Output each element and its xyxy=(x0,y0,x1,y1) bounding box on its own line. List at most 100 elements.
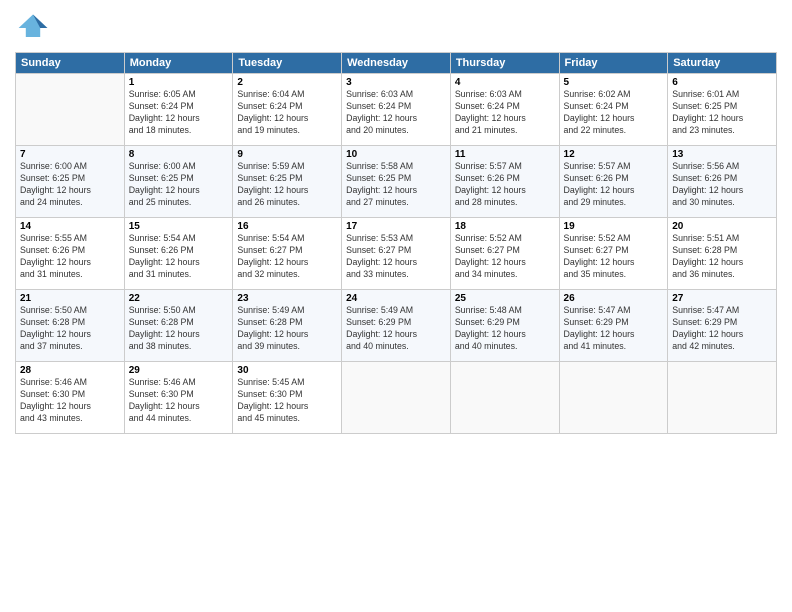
day-number: 26 xyxy=(564,293,664,304)
calendar-cell: 3Sunrise: 6:03 AMSunset: 6:24 PMDaylight… xyxy=(342,74,451,146)
day-info: Sunrise: 6:03 AMSunset: 6:24 PMDaylight:… xyxy=(346,89,446,137)
day-info: Sunrise: 6:00 AMSunset: 6:25 PMDaylight:… xyxy=(129,161,229,209)
day-number: 23 xyxy=(237,293,337,304)
day-number: 15 xyxy=(129,221,229,232)
calendar-cell: 21Sunrise: 5:50 AMSunset: 6:28 PMDayligh… xyxy=(16,290,125,362)
calendar-cell: 18Sunrise: 5:52 AMSunset: 6:27 PMDayligh… xyxy=(450,218,559,290)
day-info: Sunrise: 6:01 AMSunset: 6:25 PMDaylight:… xyxy=(672,89,772,137)
calendar-cell: 22Sunrise: 5:50 AMSunset: 6:28 PMDayligh… xyxy=(124,290,233,362)
calendar-cell: 6Sunrise: 6:01 AMSunset: 6:25 PMDaylight… xyxy=(668,74,777,146)
weekday-header: Tuesday xyxy=(233,53,342,74)
calendar-week-row: 14Sunrise: 5:55 AMSunset: 6:26 PMDayligh… xyxy=(16,218,777,290)
day-number: 12 xyxy=(564,149,664,160)
calendar-cell: 25Sunrise: 5:48 AMSunset: 6:29 PMDayligh… xyxy=(450,290,559,362)
day-number: 22 xyxy=(129,293,229,304)
calendar-week-row: 21Sunrise: 5:50 AMSunset: 6:28 PMDayligh… xyxy=(16,290,777,362)
day-info: Sunrise: 5:57 AMSunset: 6:26 PMDaylight:… xyxy=(564,161,664,209)
day-number: 19 xyxy=(564,221,664,232)
calendar-cell: 17Sunrise: 5:53 AMSunset: 6:27 PMDayligh… xyxy=(342,218,451,290)
calendar-cell: 15Sunrise: 5:54 AMSunset: 6:26 PMDayligh… xyxy=(124,218,233,290)
calendar-week-row: 28Sunrise: 5:46 AMSunset: 6:30 PMDayligh… xyxy=(16,362,777,434)
day-info: Sunrise: 5:54 AMSunset: 6:26 PMDaylight:… xyxy=(129,233,229,281)
day-number: 7 xyxy=(20,149,120,160)
calendar-cell: 27Sunrise: 5:47 AMSunset: 6:29 PMDayligh… xyxy=(668,290,777,362)
calendar-cell xyxy=(342,362,451,434)
day-info: Sunrise: 5:50 AMSunset: 6:28 PMDaylight:… xyxy=(20,305,120,353)
weekday-header: Saturday xyxy=(668,53,777,74)
day-number: 25 xyxy=(455,293,555,304)
calendar-cell: 4Sunrise: 6:03 AMSunset: 6:24 PMDaylight… xyxy=(450,74,559,146)
day-info: Sunrise: 5:47 AMSunset: 6:29 PMDaylight:… xyxy=(564,305,664,353)
calendar-cell: 29Sunrise: 5:46 AMSunset: 6:30 PMDayligh… xyxy=(124,362,233,434)
day-number: 3 xyxy=(346,77,446,88)
logo-icon xyxy=(15,10,51,46)
day-info: Sunrise: 5:46 AMSunset: 6:30 PMDaylight:… xyxy=(20,377,120,425)
day-info: Sunrise: 5:47 AMSunset: 6:29 PMDaylight:… xyxy=(672,305,772,353)
calendar-cell: 30Sunrise: 5:45 AMSunset: 6:30 PMDayligh… xyxy=(233,362,342,434)
day-number: 6 xyxy=(672,77,772,88)
day-info: Sunrise: 5:46 AMSunset: 6:30 PMDaylight:… xyxy=(129,377,229,425)
day-info: Sunrise: 5:55 AMSunset: 6:26 PMDaylight:… xyxy=(20,233,120,281)
calendar-table: SundayMondayTuesdayWednesdayThursdayFrid… xyxy=(15,52,777,434)
day-number: 17 xyxy=(346,221,446,232)
calendar-cell: 8Sunrise: 6:00 AMSunset: 6:25 PMDaylight… xyxy=(124,146,233,218)
weekday-header: Thursday xyxy=(450,53,559,74)
day-number: 29 xyxy=(129,365,229,376)
day-info: Sunrise: 5:59 AMSunset: 6:25 PMDaylight:… xyxy=(237,161,337,209)
calendar-week-row: 7Sunrise: 6:00 AMSunset: 6:25 PMDaylight… xyxy=(16,146,777,218)
day-info: Sunrise: 6:02 AMSunset: 6:24 PMDaylight:… xyxy=(564,89,664,137)
calendar-header: SundayMondayTuesdayWednesdayThursdayFrid… xyxy=(16,53,777,74)
calendar-cell: 28Sunrise: 5:46 AMSunset: 6:30 PMDayligh… xyxy=(16,362,125,434)
day-number: 16 xyxy=(237,221,337,232)
calendar-cell xyxy=(559,362,668,434)
logo xyxy=(15,10,54,46)
day-number: 30 xyxy=(237,365,337,376)
calendar-cell: 24Sunrise: 5:49 AMSunset: 6:29 PMDayligh… xyxy=(342,290,451,362)
calendar-cell: 7Sunrise: 6:00 AMSunset: 6:25 PMDaylight… xyxy=(16,146,125,218)
weekday-row: SundayMondayTuesdayWednesdayThursdayFrid… xyxy=(16,53,777,74)
day-number: 13 xyxy=(672,149,772,160)
weekday-header: Friday xyxy=(559,53,668,74)
day-info: Sunrise: 5:50 AMSunset: 6:28 PMDaylight:… xyxy=(129,305,229,353)
day-info: Sunrise: 5:54 AMSunset: 6:27 PMDaylight:… xyxy=(237,233,337,281)
calendar-cell: 26Sunrise: 5:47 AMSunset: 6:29 PMDayligh… xyxy=(559,290,668,362)
day-number: 2 xyxy=(237,77,337,88)
calendar-cell: 5Sunrise: 6:02 AMSunset: 6:24 PMDaylight… xyxy=(559,74,668,146)
calendar-cell: 20Sunrise: 5:51 AMSunset: 6:28 PMDayligh… xyxy=(668,218,777,290)
day-number: 1 xyxy=(129,77,229,88)
day-info: Sunrise: 5:58 AMSunset: 6:25 PMDaylight:… xyxy=(346,161,446,209)
day-info: Sunrise: 6:04 AMSunset: 6:24 PMDaylight:… xyxy=(237,89,337,137)
calendar-cell: 11Sunrise: 5:57 AMSunset: 6:26 PMDayligh… xyxy=(450,146,559,218)
weekday-header: Wednesday xyxy=(342,53,451,74)
calendar-cell: 10Sunrise: 5:58 AMSunset: 6:25 PMDayligh… xyxy=(342,146,451,218)
day-info: Sunrise: 6:03 AMSunset: 6:24 PMDaylight:… xyxy=(455,89,555,137)
calendar-cell: 14Sunrise: 5:55 AMSunset: 6:26 PMDayligh… xyxy=(16,218,125,290)
calendar-page: SundayMondayTuesdayWednesdayThursdayFrid… xyxy=(0,0,792,612)
header xyxy=(15,10,777,46)
day-info: Sunrise: 6:00 AMSunset: 6:25 PMDaylight:… xyxy=(20,161,120,209)
day-number: 28 xyxy=(20,365,120,376)
day-info: Sunrise: 6:05 AMSunset: 6:24 PMDaylight:… xyxy=(129,89,229,137)
calendar-week-row: 1Sunrise: 6:05 AMSunset: 6:24 PMDaylight… xyxy=(16,74,777,146)
calendar-cell: 9Sunrise: 5:59 AMSunset: 6:25 PMDaylight… xyxy=(233,146,342,218)
day-info: Sunrise: 5:49 AMSunset: 6:29 PMDaylight:… xyxy=(346,305,446,353)
day-number: 11 xyxy=(455,149,555,160)
day-info: Sunrise: 5:57 AMSunset: 6:26 PMDaylight:… xyxy=(455,161,555,209)
weekday-header: Monday xyxy=(124,53,233,74)
calendar-cell: 19Sunrise: 5:52 AMSunset: 6:27 PMDayligh… xyxy=(559,218,668,290)
calendar-cell xyxy=(450,362,559,434)
calendar-cell xyxy=(668,362,777,434)
day-number: 24 xyxy=(346,293,446,304)
day-number: 21 xyxy=(20,293,120,304)
calendar-cell: 16Sunrise: 5:54 AMSunset: 6:27 PMDayligh… xyxy=(233,218,342,290)
day-info: Sunrise: 5:49 AMSunset: 6:28 PMDaylight:… xyxy=(237,305,337,353)
calendar-cell: 13Sunrise: 5:56 AMSunset: 6:26 PMDayligh… xyxy=(668,146,777,218)
day-number: 14 xyxy=(20,221,120,232)
day-number: 8 xyxy=(129,149,229,160)
day-number: 4 xyxy=(455,77,555,88)
day-info: Sunrise: 5:45 AMSunset: 6:30 PMDaylight:… xyxy=(237,377,337,425)
day-number: 9 xyxy=(237,149,337,160)
day-info: Sunrise: 5:51 AMSunset: 6:28 PMDaylight:… xyxy=(672,233,772,281)
weekday-header: Sunday xyxy=(16,53,125,74)
day-number: 18 xyxy=(455,221,555,232)
